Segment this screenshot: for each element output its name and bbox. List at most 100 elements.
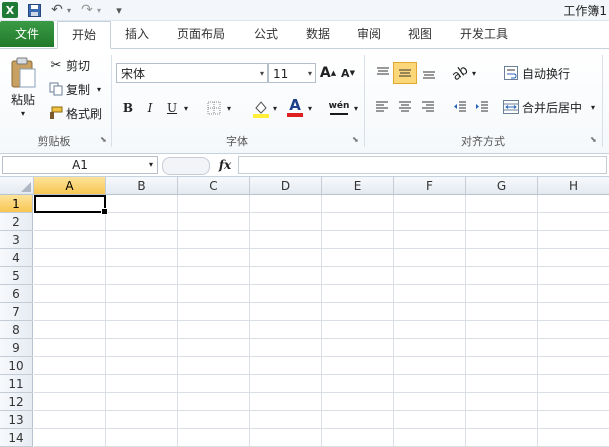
cell-b13[interactable] xyxy=(106,411,178,429)
cell-c13[interactable] xyxy=(178,411,250,429)
column-header-f[interactable]: F xyxy=(394,177,466,195)
cell-a12[interactable] xyxy=(34,393,106,411)
row-header-11[interactable]: 11 xyxy=(0,375,33,393)
undo-dropdown-icon[interactable]: ▾ xyxy=(64,2,74,18)
cell-h13[interactable] xyxy=(538,411,609,429)
align-left-icon[interactable] xyxy=(372,97,392,117)
cell-a7[interactable] xyxy=(34,303,106,321)
column-header-d[interactable]: D xyxy=(250,177,322,195)
cell-a8[interactable] xyxy=(34,321,106,339)
underline-dropdown-icon[interactable]: ▾ xyxy=(181,99,191,117)
cell-h3[interactable] xyxy=(538,231,609,249)
cell-h10[interactable] xyxy=(538,357,609,375)
cell-e2[interactable] xyxy=(322,213,394,231)
cell-h2[interactable] xyxy=(538,213,609,231)
cell-c12[interactable] xyxy=(178,393,250,411)
cell-e13[interactable] xyxy=(322,411,394,429)
paste-dropdown-icon[interactable]: ▾ xyxy=(18,107,28,119)
cell-d2[interactable] xyxy=(250,213,322,231)
cell-f10[interactable] xyxy=(394,357,466,375)
cell-d14[interactable] xyxy=(250,429,322,447)
cell-e1[interactable] xyxy=(322,195,394,213)
merge-center-button[interactable]: 合并后居中 xyxy=(522,97,588,117)
alignment-launcher-icon[interactable]: ⬊ xyxy=(590,135,597,144)
align-right-icon[interactable] xyxy=(418,97,438,117)
tab-developer[interactable]: 开发工具 xyxy=(450,21,518,47)
cell-h7[interactable] xyxy=(538,303,609,321)
cell-c3[interactable] xyxy=(178,231,250,249)
cell-f7[interactable] xyxy=(394,303,466,321)
cell-h4[interactable] xyxy=(538,249,609,267)
row-header-3[interactable]: 3 xyxy=(0,231,33,249)
phonetic-dropdown-icon[interactable]: ▾ xyxy=(351,99,361,117)
cell-b11[interactable] xyxy=(106,375,178,393)
cell-c7[interactable] xyxy=(178,303,250,321)
copy-dropdown-icon[interactable]: ▾ xyxy=(95,81,103,97)
row-header-7[interactable]: 7 xyxy=(0,303,33,321)
paste-icon[interactable] xyxy=(6,55,40,91)
cell-b6[interactable] xyxy=(106,285,178,303)
name-box[interactable]: A1 ▾ xyxy=(2,156,158,174)
cell-a10[interactable] xyxy=(34,357,106,375)
row-header-9[interactable]: 9 xyxy=(0,339,33,357)
tab-view[interactable]: 视图 xyxy=(398,21,442,47)
cell-h1[interactable] xyxy=(538,195,609,213)
cell-d11[interactable] xyxy=(250,375,322,393)
font-size-dropdown-icon[interactable]: ▾ xyxy=(308,64,312,84)
cell-h12[interactable] xyxy=(538,393,609,411)
fill-color-icon[interactable] xyxy=(252,97,270,119)
cell-d8[interactable] xyxy=(250,321,322,339)
cell-b2[interactable] xyxy=(106,213,178,231)
insert-function-icon[interactable]: fx xyxy=(214,156,236,174)
row-header-10[interactable]: 10 xyxy=(0,357,33,375)
cell-e10[interactable] xyxy=(322,357,394,375)
grow-font-button[interactable]: A ▲ xyxy=(320,63,336,83)
row-header-14[interactable]: 14 xyxy=(0,429,33,447)
row-header-13[interactable]: 13 xyxy=(0,411,33,429)
cell-a4[interactable] xyxy=(34,249,106,267)
orientation-dropdown-icon[interactable]: ▾ xyxy=(469,63,479,83)
column-header-c[interactable]: C xyxy=(178,177,250,195)
cell-f12[interactable] xyxy=(394,393,466,411)
cell-d12[interactable] xyxy=(250,393,322,411)
cell-f6[interactable] xyxy=(394,285,466,303)
row-header-4[interactable]: 4 xyxy=(0,249,33,267)
cell-g8[interactable] xyxy=(466,321,538,339)
cell-b9[interactable] xyxy=(106,339,178,357)
borders-dropdown-icon[interactable]: ▾ xyxy=(224,99,234,117)
cell-g9[interactable] xyxy=(466,339,538,357)
cell-b3[interactable] xyxy=(106,231,178,249)
font-color-button[interactable]: A xyxy=(286,95,304,119)
cell-b12[interactable] xyxy=(106,393,178,411)
cell-e9[interactable] xyxy=(322,339,394,357)
cell-h5[interactable] xyxy=(538,267,609,285)
underline-button[interactable]: U xyxy=(164,99,180,117)
cell-a13[interactable] xyxy=(34,411,106,429)
tab-formulas[interactable]: 公式 xyxy=(244,21,288,47)
font-size-combo[interactable]: 11 ▾ xyxy=(268,63,316,83)
cell-g14[interactable] xyxy=(466,429,538,447)
cell-a9[interactable] xyxy=(34,339,106,357)
cell-b7[interactable] xyxy=(106,303,178,321)
font-name-combo[interactable]: 宋体 ▾ xyxy=(116,63,268,83)
phonetic-button[interactable]: wén xyxy=(328,97,350,119)
cut-button[interactable]: 剪切 xyxy=(66,57,96,73)
name-box-dropdown-icon[interactable]: ▾ xyxy=(149,157,153,173)
cell-c5[interactable] xyxy=(178,267,250,285)
merge-dropdown-icon[interactable]: ▾ xyxy=(588,97,598,117)
cell-c6[interactable] xyxy=(178,285,250,303)
customize-toolbar-icon[interactable]: ▾ xyxy=(112,2,126,18)
cell-f5[interactable] xyxy=(394,267,466,285)
fill-handle[interactable] xyxy=(101,208,108,215)
tab-data[interactable]: 数据 xyxy=(296,21,340,47)
copy-button[interactable]: 复制 xyxy=(66,81,96,97)
undo-icon[interactable]: ↶ xyxy=(50,2,64,18)
cell-b8[interactable] xyxy=(106,321,178,339)
save-icon[interactable] xyxy=(26,2,42,18)
cell-b14[interactable] xyxy=(106,429,178,447)
cell-f2[interactable] xyxy=(394,213,466,231)
cell-e14[interactable] xyxy=(322,429,394,447)
cell-c8[interactable] xyxy=(178,321,250,339)
cell-d4[interactable] xyxy=(250,249,322,267)
cell-d6[interactable] xyxy=(250,285,322,303)
